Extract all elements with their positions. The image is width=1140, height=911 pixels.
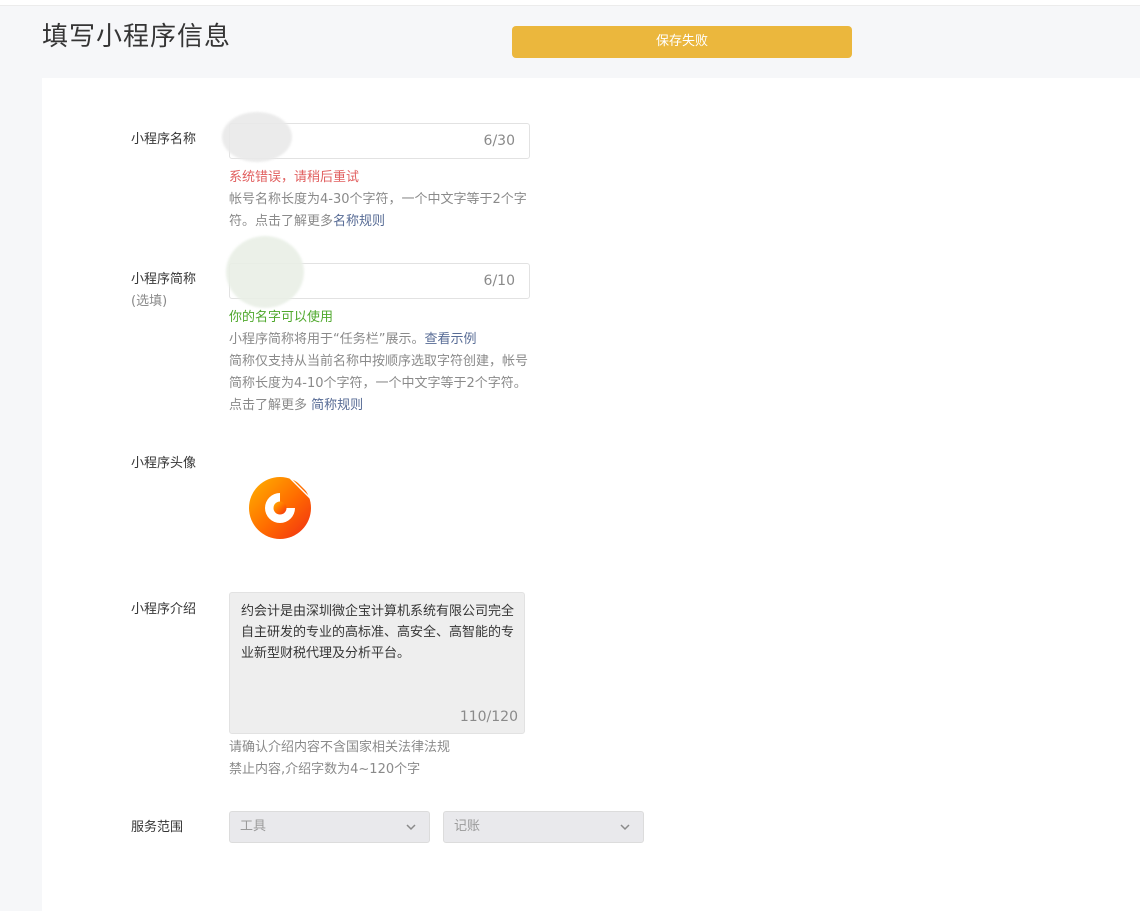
name-char-count: 6/30 — [483, 133, 515, 149]
intro-help-2: 禁止内容,介绍字数为4~120个字 — [229, 762, 421, 777]
name-label: 小程序名称 — [131, 132, 197, 147]
chevron-down-icon — [620, 824, 630, 831]
short-name-label: 小程序简称 (选填) — [131, 269, 196, 313]
name-rules-link[interactable]: 名称规则 — [333, 214, 385, 229]
redacted-blur — [226, 236, 304, 308]
intro-char-count: 110/120 — [459, 709, 518, 725]
top-divider — [0, 0, 1140, 6]
short-name-help-1: 小程序简称将用于“任务栏”展示。 — [229, 332, 425, 347]
optional-hint: (选填) — [131, 294, 168, 309]
avatar-label: 小程序头像 — [131, 456, 197, 471]
intro-help-1: 请确认介绍内容不含国家相关法律法规 — [229, 740, 451, 755]
service-subcategory-value: 记账 — [454, 819, 481, 834]
service-subcategory-select[interactable]: 记账 — [443, 811, 644, 843]
short-name-help-text: 小程序简称将用于“任务栏”展示。查看示例 简称仅支持从当前名称中按顺序选取字符创… — [229, 329, 529, 417]
service-category-value: 工具 — [240, 819, 267, 834]
short-name-success-message: 你的名字可以使用 — [229, 310, 334, 325]
short-name-rules-link[interactable]: 简称规则 — [311, 398, 363, 413]
intro-textarea[interactable]: 约会计是由深圳微企宝计算机系统有限公司完全自主研发的专业的高标准、高安全、高智能… — [229, 592, 525, 734]
intro-help-text: 请确认介绍内容不含国家相关法律法规 禁止内容,介绍字数为4~120个字 — [229, 737, 529, 781]
short-name-label-text: 小程序简称 — [131, 272, 197, 287]
swirl-logo-icon[interactable] — [244, 474, 314, 542]
redacted-blur — [222, 112, 292, 162]
view-example-link[interactable]: 查看示例 — [424, 332, 476, 347]
service-category-select[interactable]: 工具 — [229, 811, 430, 843]
intro-label: 小程序介绍 — [131, 602, 197, 617]
page-title: 填写小程序信息 — [42, 22, 232, 52]
intro-text: 约会计是由深圳微企宝计算机系统有限公司完全自主研发的专业的高标准、高安全、高智能… — [241, 604, 515, 661]
name-error-message: 系统错误，请稍后重试 — [229, 170, 360, 185]
name-help-text: 帐号名称长度为4-30个字符，一个中文字等于2个字符。点击了解更多名称规则 — [229, 189, 529, 233]
short-name-help-2: 简称仅支持从当前名称中按顺序选取字符创建，帐号简称长度为4-10个字符，一个中文… — [229, 354, 529, 413]
service-scope-label: 服务范围 — [131, 820, 184, 835]
save-failed-toast: 保存失败 — [512, 26, 852, 58]
short-name-char-count: 6/10 — [483, 273, 515, 289]
form-card — [42, 78, 1140, 911]
chevron-down-icon — [406, 824, 416, 831]
